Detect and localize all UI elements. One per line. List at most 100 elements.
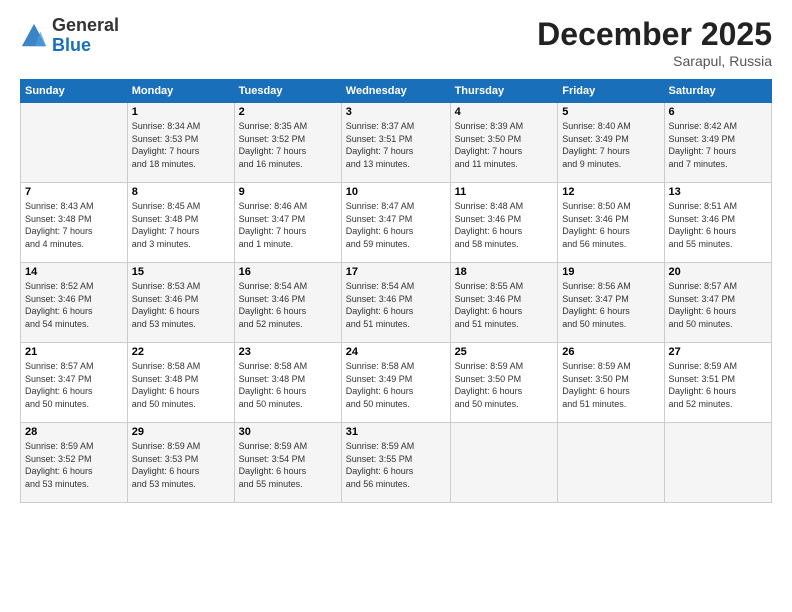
day-number: 29 — [132, 426, 230, 438]
logo-text: General Blue — [52, 16, 119, 56]
day-number: 16 — [239, 266, 337, 278]
logo-general: General — [52, 15, 119, 35]
day-info: Sunrise: 8:53 AM Sunset: 3:46 PM Dayligh… — [132, 280, 230, 330]
col-saturday: Saturday — [664, 80, 771, 103]
day-number: 1 — [132, 106, 230, 118]
calendar-header-row: Sunday Monday Tuesday Wednesday Thursday… — [21, 80, 772, 103]
table-row: 23 Sunrise: 8:58 AM Sunset: 3:48 PM Dayli… — [234, 343, 341, 423]
table-row: 25Sunrise: 8:59 AM Sunset: 3:50 PM Dayli… — [450, 343, 558, 423]
table-row: 4 Sunrise: 8:39 AM Sunset: 3:50 PM Daylig… — [450, 103, 558, 183]
day-number: 24 — [346, 346, 446, 358]
calendar-week-row: 28 Sunrise: 8:59 AM Sunset: 3:52 PM Dayli… — [21, 423, 772, 503]
day-info: Sunrise: 8:59 AM Sunset: 3:53 PM Dayligh… — [132, 440, 230, 490]
day-info: Sunrise: 8:59 AM Sunset: 3:52 PM Dayligh… — [25, 440, 123, 490]
day-info: Sunrise: 8:54 AM Sunset: 3:46 PM Dayligh… — [346, 280, 446, 330]
table-row: 21 Sunrise: 8:57 AM Sunset: 3:47 PM Dayli… — [21, 343, 128, 423]
table-row: 27 Sunrise: 8:59 AM Sunset: 3:51 PM Dayli… — [664, 343, 771, 423]
day-number: 2 — [239, 106, 337, 118]
table-row: 13Sunrise: 8:51 AM Sunset: 3:46 PM Dayli… — [664, 183, 771, 263]
table-row: 16 Sunrise: 8:54 AM Sunset: 3:46 PM Dayli… — [234, 263, 341, 343]
day-info: Sunrise: 8:40 AM Sunset: 3:49 PM Dayligh… — [562, 120, 659, 170]
day-info: Sunrise: 8:43 AM Sunset: 3:48 PM Dayligh… — [25, 200, 123, 250]
day-number: 27 — [669, 346, 767, 358]
table-row: 8Sunrise: 8:45 AM Sunset: 3:48 PM Daylig… — [127, 183, 234, 263]
day-number: 21 — [25, 346, 123, 358]
col-sunday: Sunday — [21, 80, 128, 103]
day-info: Sunrise: 8:48 AM Sunset: 3:46 PM Dayligh… — [455, 200, 554, 250]
day-number: 11 — [455, 186, 554, 198]
day-info: Sunrise: 8:42 AM Sunset: 3:49 PM Dayligh… — [669, 120, 767, 170]
day-info: Sunrise: 8:54 AM Sunset: 3:46 PM Dayligh… — [239, 280, 337, 330]
table-row: 18 Sunrise: 8:55 AM Sunset: 3:46 PM Dayli… — [450, 263, 558, 343]
day-number: 17 — [346, 266, 446, 278]
day-number: 26 — [562, 346, 659, 358]
title-block: December 2025 Sarapul, Russia — [537, 16, 772, 69]
day-number: 9 — [239, 186, 337, 198]
day-number: 20 — [669, 266, 767, 278]
day-info: Sunrise: 8:39 AM Sunset: 3:50 PM Dayligh… — [455, 120, 554, 170]
table-row: 31Sunrise: 8:59 AM Sunset: 3:55 PM Dayli… — [341, 423, 450, 503]
day-number: 31 — [346, 426, 446, 438]
calendar-week-row: 21 Sunrise: 8:57 AM Sunset: 3:47 PM Dayli… — [21, 343, 772, 423]
day-number: 5 — [562, 106, 659, 118]
day-info: Sunrise: 8:46 AM Sunset: 3:47 PM Dayligh… — [239, 200, 337, 250]
table-row: 22Sunrise: 8:58 AM Sunset: 3:48 PM Dayli… — [127, 343, 234, 423]
table-row: 9 Sunrise: 8:46 AM Sunset: 3:47 PM Daylig… — [234, 183, 341, 263]
day-info: Sunrise: 8:35 AM Sunset: 3:52 PM Dayligh… — [239, 120, 337, 170]
day-number: 23 — [239, 346, 337, 358]
day-info: Sunrise: 8:55 AM Sunset: 3:46 PM Dayligh… — [455, 280, 554, 330]
day-number: 25 — [455, 346, 554, 358]
day-info: Sunrise: 8:58 AM Sunset: 3:48 PM Dayligh… — [239, 360, 337, 410]
day-info: Sunrise: 8:34 AM Sunset: 3:53 PM Dayligh… — [132, 120, 230, 170]
table-row: 15 Sunrise: 8:53 AM Sunset: 3:46 PM Dayli… — [127, 263, 234, 343]
day-info: Sunrise: 8:58 AM Sunset: 3:49 PM Dayligh… — [346, 360, 446, 410]
table-row: 20Sunrise: 8:57 AM Sunset: 3:47 PM Dayli… — [664, 263, 771, 343]
col-monday: Monday — [127, 80, 234, 103]
day-number: 8 — [132, 186, 230, 198]
day-number: 7 — [25, 186, 123, 198]
table-row: 5 Sunrise: 8:40 AM Sunset: 3:49 PM Daylig… — [558, 103, 664, 183]
day-number: 19 — [562, 266, 659, 278]
location-subtitle: Sarapul, Russia — [537, 53, 772, 69]
day-info: Sunrise: 8:59 AM Sunset: 3:54 PM Dayligh… — [239, 440, 337, 490]
page-header: General Blue December 2025 Sarapul, Russ… — [20, 16, 772, 69]
day-number: 6 — [669, 106, 767, 118]
table-row: 14Sunrise: 8:52 AM Sunset: 3:46 PM Dayli… — [21, 263, 128, 343]
col-thursday: Thursday — [450, 80, 558, 103]
day-info: Sunrise: 8:59 AM Sunset: 3:51 PM Dayligh… — [669, 360, 767, 410]
day-number: 12 — [562, 186, 659, 198]
table-row: 11 Sunrise: 8:48 AM Sunset: 3:46 PM Dayli… — [450, 183, 558, 263]
day-number: 10 — [346, 186, 446, 198]
day-number: 13 — [669, 186, 767, 198]
calendar-week-row: 1 Sunrise: 8:34 AM Sunset: 3:53 PM Daylig… — [21, 103, 772, 183]
day-number: 28 — [25, 426, 123, 438]
logo: General Blue — [20, 16, 119, 56]
table-row: 10 Sunrise: 8:47 AM Sunset: 3:47 PM Dayli… — [341, 183, 450, 263]
logo-blue: Blue — [52, 35, 91, 55]
table-row: 29 Sunrise: 8:59 AM Sunset: 3:53 PM Dayli… — [127, 423, 234, 503]
day-number: 14 — [25, 266, 123, 278]
day-number: 30 — [239, 426, 337, 438]
day-info: Sunrise: 8:50 AM Sunset: 3:46 PM Dayligh… — [562, 200, 659, 250]
day-info: Sunrise: 8:37 AM Sunset: 3:51 PM Dayligh… — [346, 120, 446, 170]
table-row — [664, 423, 771, 503]
table-row: 26Sunrise: 8:59 AM Sunset: 3:50 PM Dayli… — [558, 343, 664, 423]
day-number: 18 — [455, 266, 554, 278]
table-row — [450, 423, 558, 503]
table-row: 6 Sunrise: 8:42 AM Sunset: 3:49 PM Daylig… — [664, 103, 771, 183]
calendar-week-row: 14Sunrise: 8:52 AM Sunset: 3:46 PM Dayli… — [21, 263, 772, 343]
day-info: Sunrise: 8:57 AM Sunset: 3:47 PM Dayligh… — [25, 360, 123, 410]
day-number: 4 — [455, 106, 554, 118]
calendar-week-row: 7 Sunrise: 8:43 AM Sunset: 3:48 PM Daylig… — [21, 183, 772, 263]
table-row: 12 Sunrise: 8:50 AM Sunset: 3:46 PM Dayli… — [558, 183, 664, 263]
day-info: Sunrise: 8:47 AM Sunset: 3:47 PM Dayligh… — [346, 200, 446, 250]
table-row: 30 Sunrise: 8:59 AM Sunset: 3:54 PM Dayli… — [234, 423, 341, 503]
day-number: 3 — [346, 106, 446, 118]
table-row: 2 Sunrise: 8:35 AM Sunset: 3:52 PM Daylig… — [234, 103, 341, 183]
day-info: Sunrise: 8:58 AM Sunset: 3:48 PM Dayligh… — [132, 360, 230, 410]
day-info: Sunrise: 8:56 AM Sunset: 3:47 PM Dayligh… — [562, 280, 659, 330]
day-number: 15 — [132, 266, 230, 278]
col-friday: Friday — [558, 80, 664, 103]
table-row: 3 Sunrise: 8:37 AM Sunset: 3:51 PM Daylig… — [341, 103, 450, 183]
table-row: 28 Sunrise: 8:59 AM Sunset: 3:52 PM Dayli… — [21, 423, 128, 503]
